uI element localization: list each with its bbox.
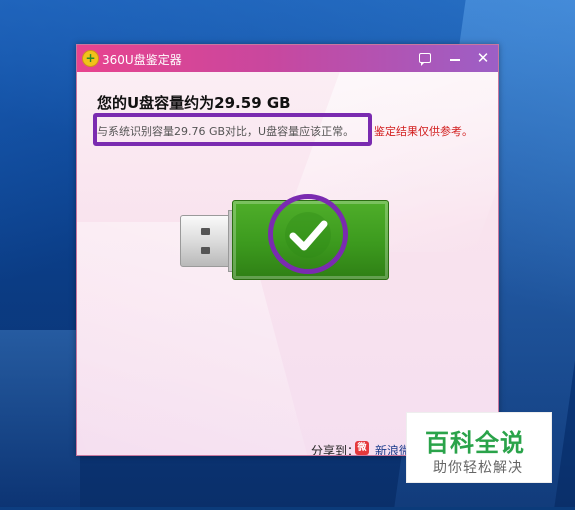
app-window: + 360U盘鉴定器 ✕ 您的U盘容量约为29.59 GB 与系统识别容量29.… [76, 44, 499, 456]
watermark-title: 百科全说 [425, 429, 525, 457]
message-button[interactable] [415, 49, 435, 67]
watermark-badge: 百科全说 助你轻松解决 [406, 412, 552, 483]
result-panel: 您的U盘容量约为29.59 GB 与系统识别容量29.76 GB对比，U盘容量应… [77, 72, 498, 455]
usb-plug [180, 215, 232, 267]
weibo-icon[interactable]: 微 [355, 441, 369, 455]
disclaimer-text: 鉴定结果仅供参考。 [374, 125, 473, 138]
desktop-light-beam [0, 330, 80, 510]
usb-plug-hole [201, 228, 210, 235]
window-title: 360U盘鉴定器 [102, 53, 182, 67]
share-label: 分享到： [311, 444, 360, 456]
watermark-subtitle: 助你轻松解决 [433, 460, 523, 476]
highlight-circle [268, 194, 348, 274]
capacity-comparison-note: 与系统识别容量29.76 GB对比，U盘容量应该正常。 [97, 125, 355, 138]
title-bar[interactable]: + 360U盘鉴定器 ✕ [77, 45, 498, 72]
capacity-headline: 您的U盘容量约为29.59 GB [97, 94, 291, 112]
close-button[interactable]: ✕ [473, 49, 493, 67]
usb-plug-hole [201, 247, 210, 254]
message-icon [419, 53, 431, 66]
minimize-icon [450, 59, 460, 61]
usb-drive-icon [180, 194, 390, 280]
close-icon: ✕ [476, 49, 490, 67]
360-logo-icon: + [82, 50, 99, 67]
minimize-button[interactable] [445, 49, 465, 67]
